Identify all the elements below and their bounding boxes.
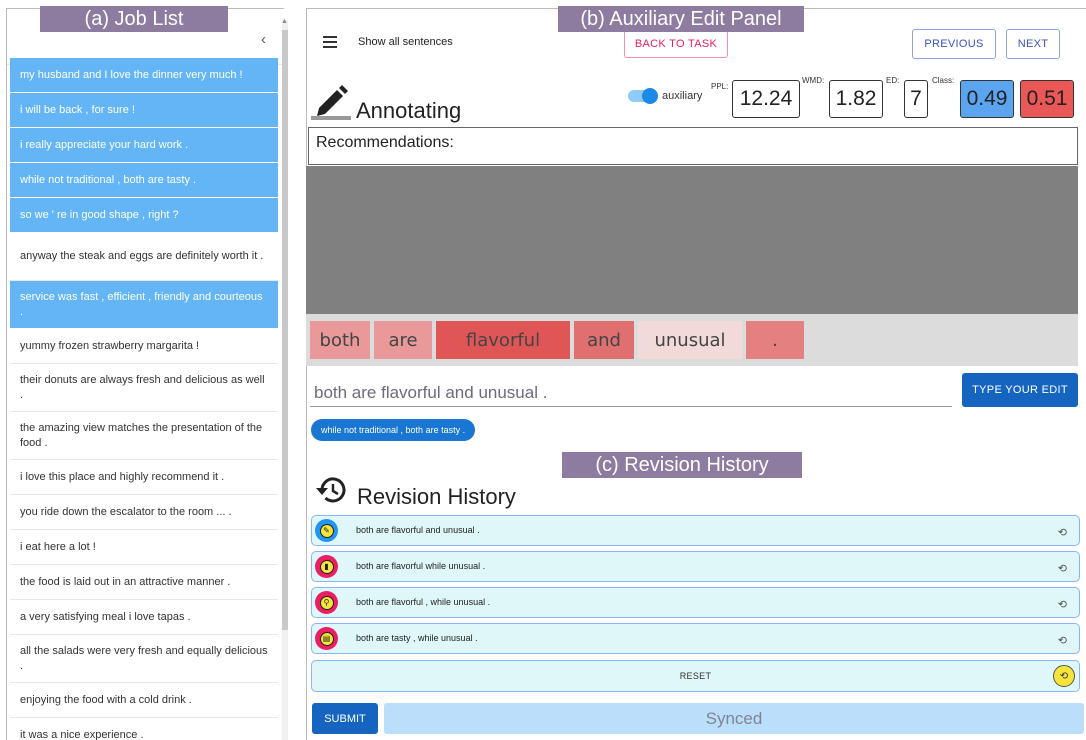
revision-text: both are flavorful and unusual .	[356, 525, 480, 535]
revision-type-glyph: ✎	[319, 523, 334, 538]
revision-type-glyph: ⚲	[319, 595, 334, 610]
job-list-item[interactable]: it was a nice experience .	[10, 718, 278, 740]
auxiliary-toggle-label: auxiliary	[662, 90, 703, 102]
auxiliary-toggle[interactable]	[642, 88, 658, 104]
job-list-item[interactable]: service was fast , efficient , friendly …	[10, 281, 278, 329]
recommendations-area	[306, 166, 1078, 314]
job-list-item[interactable]: so we ' re in good shape , right ?	[10, 198, 278, 233]
reset-row[interactable]: RESET ⟲	[311, 660, 1080, 692]
type-your-edit-button[interactable]: TYPE YOUR EDIT	[962, 373, 1078, 407]
figure-label-job-list: (a) Job List	[40, 6, 228, 32]
job-list-item[interactable]: their donuts are always fresh and delici…	[10, 364, 278, 412]
job-list-item[interactable]: i really appreciate your hard work .	[10, 128, 278, 163]
revert-icon[interactable]: ⟲	[1058, 634, 1067, 647]
revision-text: both are tasty , while unusual .	[356, 633, 478, 643]
ed-value: 7	[904, 80, 928, 118]
revision-row[interactable]: ⚲ both are flavorful , while unusual . ⟲	[311, 587, 1080, 618]
job-list-item[interactable]: while not traditional , both are tasty .	[10, 163, 278, 198]
figure-label-aux-panel: (b) Auxiliary Edit Panel	[558, 6, 804, 32]
revision-history-title: Revision History	[357, 484, 516, 509]
previous-button[interactable]: PREVIOUS	[912, 29, 996, 59]
ppl-value: 12.24	[732, 80, 800, 118]
source-sentence-chip[interactable]: while not traditional , both are tasty .	[311, 419, 476, 441]
menu-icon[interactable]	[323, 36, 337, 48]
class-a-value: 0.49	[960, 80, 1014, 118]
next-button[interactable]: NEXT	[1006, 29, 1060, 59]
revision-text: both are flavorful , while unusual .	[356, 597, 491, 607]
job-list-item[interactable]: yummy frozen strawberry margarita !	[10, 329, 278, 364]
trash-icon: ▮	[315, 555, 338, 578]
job-list-item[interactable]: my husband and I love the dinner very mu…	[10, 58, 278, 93]
figure-label-revision-history: (c) Revision History	[562, 452, 802, 478]
recommendations-label: Recommendations:	[316, 134, 454, 151]
ed-caption: ED:	[886, 76, 900, 85]
back-to-task-button[interactable]: BACK TO TASK	[624, 30, 728, 58]
job-list-item[interactable]: i will be back , for sure !	[10, 93, 278, 128]
job-list-item[interactable]: i eat here a lot !	[10, 530, 278, 565]
edit-input[interactable]: both are flavorful and unusual .	[314, 383, 547, 403]
history-icon	[316, 477, 346, 503]
token-chip[interactable]: and	[574, 321, 634, 359]
job-list-scroll-thumb[interactable]	[282, 30, 288, 630]
job-list-item[interactable]: anyway the steak and eggs are definitely…	[10, 233, 278, 281]
sync-status: Synced	[384, 703, 1084, 734]
reset-button[interactable]: RESET	[312, 671, 1079, 681]
token-chip[interactable]: are	[374, 321, 432, 359]
ppl-caption: PPL:	[711, 82, 729, 91]
job-list-item[interactable]: a very satisfying meal i love tapas .	[10, 600, 278, 635]
recommendations-box: Recommendations:	[308, 127, 1078, 165]
job-list-item[interactable]: the food is laid out in an attractive ma…	[10, 565, 278, 600]
job-list-item[interactable]: enjoying the food with a cold drink .	[10, 683, 278, 718]
class-caption: Class:	[932, 76, 955, 85]
pencil-icon: ✎	[315, 519, 338, 542]
revert-icon[interactable]: ⟲	[1058, 526, 1067, 539]
reset-undo-icon[interactable]: ⟲	[1053, 665, 1075, 687]
token-chip[interactable]: unusual	[638, 321, 742, 359]
job-list-item[interactable]: i love this place and highly recommend i…	[10, 460, 278, 495]
collapse-chevron-icon[interactable]: ‹	[261, 31, 266, 48]
revision-row[interactable]: ▤ both are tasty , while unusual . ⟲	[311, 623, 1080, 654]
class-b-value: 0.51	[1020, 80, 1074, 118]
annotating-title: Annotating	[356, 98, 462, 123]
job-list: my husband and I love the dinner very mu…	[10, 58, 278, 740]
revision-type-glyph: ▤	[319, 631, 334, 646]
revision-row[interactable]: ✎ both are flavorful and unusual . ⟲	[311, 515, 1080, 546]
token-chip[interactable]: .	[746, 321, 804, 359]
app-root: (a) Job List (b) Auxiliary Edit Panel (c…	[0, 0, 1086, 740]
wmd-value: 1.82	[829, 80, 883, 118]
job-list-item[interactable]: the amazing view matches the presentatio…	[10, 412, 278, 460]
keyboard-icon: ▤	[315, 627, 338, 650]
revision-row[interactable]: ▮ both are flavorful while unusual . ⟲	[311, 551, 1080, 582]
revision-text: both are flavorful while unusual .	[356, 561, 486, 571]
revision-type-glyph: ▮	[319, 559, 334, 574]
token-chip[interactable]: flavorful	[436, 321, 570, 359]
wmd-caption: WMD:	[802, 76, 825, 85]
pencil-icon	[311, 85, 351, 120]
job-list-item[interactable]: all the salads were very fresh and equal…	[10, 635, 278, 683]
job-list-item[interactable]: you ride down the escalator to the room …	[10, 495, 278, 530]
token-chip[interactable]: both	[310, 321, 370, 359]
revert-icon[interactable]: ⟲	[1058, 598, 1067, 611]
revert-icon[interactable]: ⟲	[1058, 562, 1067, 575]
scroll-up-arrow-icon[interactable]: ▲	[281, 18, 288, 25]
magnifier-icon: ⚲	[315, 591, 338, 614]
edit-input-underline	[310, 406, 952, 407]
show-all-sentences-label[interactable]: Show all sentences	[358, 36, 453, 48]
submit-button[interactable]: SUBMIT	[312, 703, 378, 734]
